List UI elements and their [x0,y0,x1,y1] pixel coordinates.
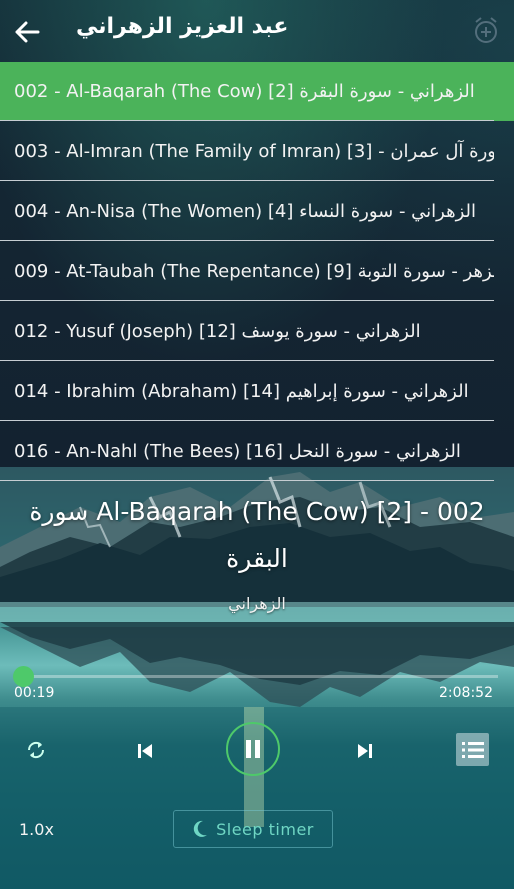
playlist-icon [461,741,484,758]
track-item[interactable]: 016 - An-Nahl (The Bees) [16] الزهراني -… [0,422,494,481]
track-label: 002 - Al-Baqarah (The Cow) [2] الزهراني … [14,81,475,102]
pause-icon [246,740,260,758]
track-label: 016 - An-Nahl (The Bees) [16] الزهراني -… [14,441,461,462]
track-label: 014 - Ibrahim (Abraham) [14] الزهراني - … [14,381,469,402]
seek-bar[interactable] [13,666,498,687]
track-list: 002 - Al-Baqarah (The Cow) [2] الزهراني … [0,62,514,481]
sleep-timer-label: Sleep timer [216,819,314,839]
sleep-timer-button[interactable]: Sleep timer [173,810,333,848]
alarm-button[interactable] [472,16,500,46]
track-label: 012 - Yusuf (Joseph) [12] الزهراني - سور… [14,321,421,342]
back-button[interactable] [10,15,44,49]
track-label: 004 - An-Nisa (The Women) [4] الزهراني -… [14,201,477,222]
track-item[interactable]: 004 - An-Nisa (The Women) [4] الزهراني -… [0,182,494,241]
skip-next-icon [358,744,372,758]
repeat-icon [27,741,45,759]
track-item[interactable]: 009 - At-Taubah (The Repentance) [9] الز… [0,242,494,301]
now-playing-title: 002 - Al-Baqarah (The Cow) [2] سورة البق… [29,497,485,573]
next-button[interactable] [352,738,378,764]
moon-icon [193,820,208,837]
playback-speed[interactable]: 1.0x [19,820,54,839]
track-item[interactable]: 003 - Al-Imran (The Family of Imran) [3]… [0,122,494,181]
current-time: 00:19 [14,685,55,701]
track-item[interactable]: 002 - Al-Baqarah (The Cow) [2] الزهراني … [0,62,514,121]
arrow-left-icon [15,21,40,43]
alarm-add-icon [475,17,497,43]
app-bar: عبد العزيز الزهراني [0,0,514,62]
repeat-button[interactable] [22,736,50,764]
previous-button[interactable] [132,738,158,764]
track-label: 003 - Al-Imran (The Family of Imran) [3]… [14,141,494,162]
track-label: 009 - At-Taubah (The Repentance) [9] الز… [14,261,494,282]
total-time: 2:08:52 [439,685,493,701]
now-playing-artist: الزهراني [228,594,286,613]
track-item[interactable]: 012 - Yusuf (Joseph) [12] الزهراني - سور… [0,302,494,361]
track-item[interactable]: 014 - Ibrahim (Abraham) [14] الزهراني - … [0,362,494,421]
play-pause-button[interactable] [226,722,280,776]
page-title: عبد العزيز الزهراني [76,14,289,39]
skip-previous-icon [138,744,152,758]
playlist-button[interactable] [456,733,489,766]
